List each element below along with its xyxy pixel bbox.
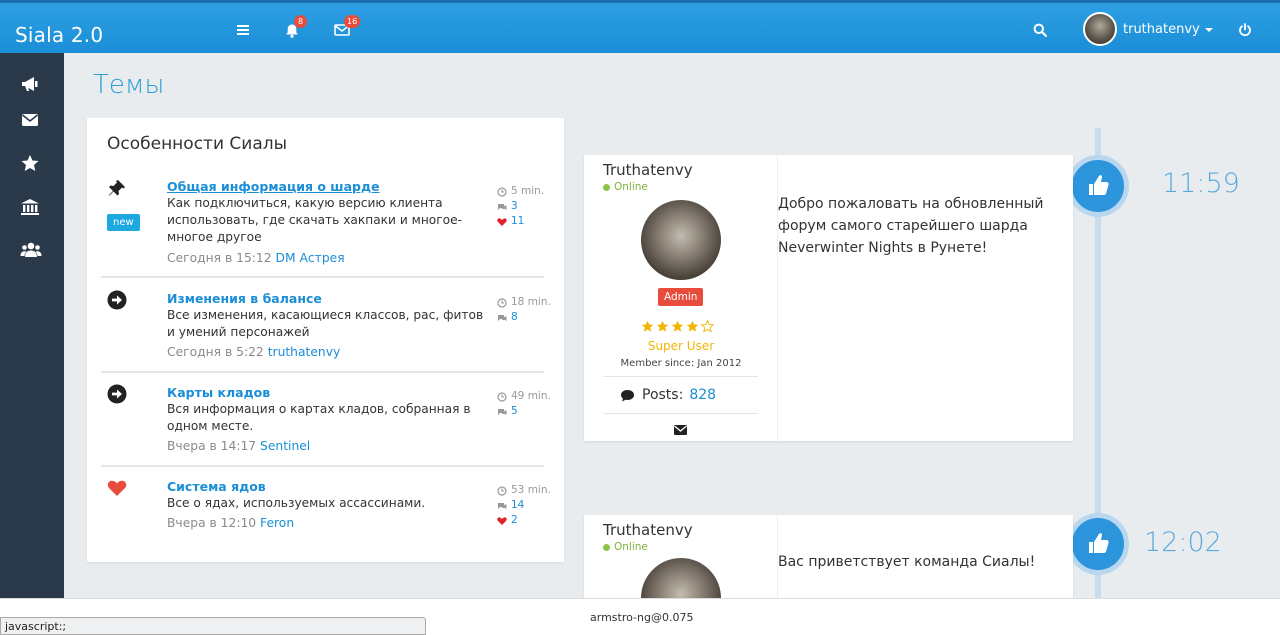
star-icon[interactable] bbox=[20, 154, 44, 176]
topic-stats: 53 min. 14 2 bbox=[497, 483, 557, 528]
top-navbar: Siala 2.0 8 16 truthatenvy bbox=[0, 0, 1280, 53]
online-status: Online bbox=[603, 181, 648, 193]
topic-title-link[interactable]: Система ядов bbox=[167, 479, 266, 494]
footer-text: armstro-ng@0.075 bbox=[590, 611, 694, 624]
post-card: Truthatenvy Online Admin Super User Memb… bbox=[584, 155, 1073, 441]
post-body: Добро пожаловать на обновленный форум са… bbox=[778, 196, 1044, 256]
topic-stats: 49 min. 5 bbox=[497, 389, 557, 419]
post-username[interactable]: Truthatenvy bbox=[603, 161, 693, 179]
star-filled-icon bbox=[671, 320, 684, 332]
clock-icon bbox=[497, 391, 507, 402]
comments-icon bbox=[497, 313, 507, 323]
divider bbox=[603, 376, 758, 377]
timeline-time: 11:59 bbox=[1162, 168, 1240, 199]
posts-count-row: Posts: 828 bbox=[620, 387, 716, 403]
online-status: Online bbox=[603, 541, 648, 553]
comments-icon bbox=[497, 407, 507, 417]
clock-icon bbox=[497, 297, 507, 308]
heart-icon bbox=[497, 516, 507, 526]
topic-row: Система ядов Все о ядах, используемых ас… bbox=[101, 478, 551, 538]
comments-icon bbox=[497, 501, 507, 511]
new-badge: new bbox=[107, 214, 140, 231]
user-avatar[interactable] bbox=[641, 558, 721, 598]
user-menu[interactable]: truthatenvy bbox=[1083, 12, 1213, 46]
topic-date: Вчера в 14:17 Sentinel bbox=[167, 439, 311, 453]
topic-date: Вчера в 12:10 Feron bbox=[167, 516, 295, 530]
topic-date: Сегодня в 5:22 truthatenvy bbox=[167, 345, 341, 359]
status-dot-icon bbox=[603, 543, 610, 551]
topic-author-link[interactable]: DM Астрея bbox=[276, 251, 345, 265]
posts-count[interactable]: 828 bbox=[689, 387, 716, 403]
post-body: Вас приветствует команда Сиалы! bbox=[778, 554, 1036, 570]
topic-stats: 5 min. 3 11 bbox=[497, 184, 557, 229]
topic-description: Все о ядах, используемых ассассинами. bbox=[167, 496, 426, 510]
post-username[interactable]: Truthatenvy bbox=[603, 521, 693, 539]
menu-toggle-icon[interactable] bbox=[236, 23, 258, 43]
role-badge: Admin bbox=[658, 288, 704, 306]
topic-title-link[interactable]: Общая информация о шарде bbox=[167, 179, 380, 194]
arrow-circle-right-icon bbox=[107, 290, 127, 310]
pin-icon bbox=[107, 178, 127, 198]
rating-stars bbox=[641, 320, 714, 333]
chevron-down-icon bbox=[1204, 28, 1213, 32]
messages-count-badge: 16 bbox=[344, 15, 361, 28]
notifications-count-badge: 8 bbox=[294, 15, 307, 28]
username-label: truthatenvy bbox=[1123, 21, 1200, 37]
clock-icon bbox=[497, 485, 507, 496]
heart-icon bbox=[107, 478, 127, 498]
user-avatar[interactable] bbox=[641, 200, 721, 280]
thumbs-up-icon bbox=[1067, 513, 1129, 575]
timeline-time: 12:02 bbox=[1144, 527, 1222, 558]
topic-row: Изменения в балансе Все изменения, касаю… bbox=[101, 290, 551, 373]
browser-status-url: javascript:; bbox=[0, 617, 426, 635]
user-rank: Super User bbox=[647, 339, 715, 353]
heart-icon bbox=[497, 217, 507, 227]
topic-stats: 18 min. 8 bbox=[497, 295, 557, 325]
star-filled-icon bbox=[686, 320, 699, 332]
user-avatar bbox=[1083, 12, 1117, 46]
post-card: Truthatenvy Online Вас приветствует кома… bbox=[584, 515, 1073, 598]
divider bbox=[603, 413, 758, 414]
topic-row: Карты кладов Вся информация о картах кла… bbox=[101, 384, 551, 467]
arrow-circle-right-icon bbox=[107, 384, 127, 404]
post-author-column: Truthatenvy Online bbox=[584, 515, 778, 598]
comment-icon bbox=[621, 389, 634, 401]
topic-row: new Общая информация о шарде Как подключ… bbox=[101, 178, 544, 278]
page-title: Темы bbox=[93, 70, 165, 100]
member-since: Member since: Jan 2012 bbox=[620, 358, 742, 369]
star-empty-icon bbox=[701, 320, 714, 333]
envelope-icon[interactable] bbox=[20, 112, 44, 134]
topic-description: Вся информация о картах кладов, собранна… bbox=[167, 402, 471, 433]
topics-panel: Особенности Сиалы new Общая информация о… bbox=[87, 118, 564, 562]
send-message-envelope-icon[interactable] bbox=[673, 424, 688, 440]
topic-author-link[interactable]: truthatenvy bbox=[268, 345, 341, 359]
topic-author-link[interactable]: Feron bbox=[260, 516, 294, 530]
topic-title-link[interactable]: Изменения в балансе bbox=[167, 291, 322, 306]
sidebar bbox=[0, 53, 64, 598]
users-group-icon[interactable] bbox=[20, 241, 44, 263]
comments-icon bbox=[497, 202, 507, 212]
clock-icon bbox=[497, 186, 507, 197]
topic-title-link[interactable]: Карты кладов bbox=[167, 385, 270, 400]
thumbs-up-icon bbox=[1067, 155, 1129, 217]
topic-date: Сегодня в 15:12 DM Астрея bbox=[167, 251, 345, 265]
topic-description: Как подключиться, какую версию клиента и… bbox=[167, 196, 462, 244]
bank-icon[interactable] bbox=[20, 198, 44, 220]
topic-description: Все изменения, касающиеся классов, рас, … bbox=[167, 308, 484, 339]
status-dot-icon bbox=[603, 183, 610, 191]
star-filled-icon bbox=[656, 320, 669, 332]
search-icon[interactable] bbox=[1033, 23, 1055, 43]
topic-author-link[interactable]: Sentinel bbox=[260, 439, 310, 453]
star-filled-icon bbox=[641, 320, 654, 332]
power-off-icon[interactable] bbox=[1238, 23, 1260, 43]
megaphone-icon[interactable] bbox=[20, 75, 44, 97]
post-author-column: Truthatenvy Online Admin Super User Memb… bbox=[584, 155, 778, 441]
notifications-bell-icon[interactable]: 8 bbox=[284, 15, 307, 43]
messages-envelope-icon[interactable]: 16 bbox=[334, 15, 361, 43]
brand-logo[interactable]: Siala 2.0 bbox=[15, 23, 103, 47]
panel-title: Особенности Сиалы bbox=[107, 134, 288, 154]
